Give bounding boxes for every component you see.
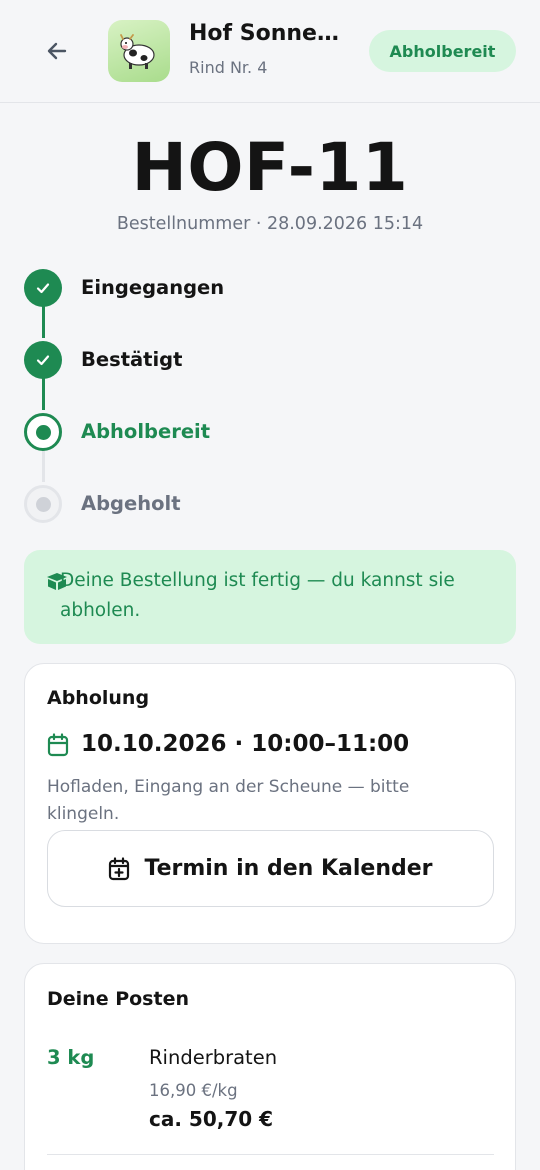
check-icon [36, 355, 50, 366]
item-total-price: ca. 50,70 € [149, 1107, 274, 1131]
farm-name: Hof Sonne… [189, 21, 339, 46]
animal-subtitle: Rind Nr. 4 [189, 58, 268, 77]
pending-dot [35, 496, 51, 512]
timeline-step-pending-marker [24, 485, 62, 523]
items-title: Deine Posten [47, 988, 189, 1010]
status-badge: Abholbereit [369, 30, 516, 72]
add-to-calendar-button[interactable]: Termin in den Kalender [47, 830, 494, 907]
timeline-step-label: Abgeholt [81, 492, 181, 515]
order-meta: Bestellnummer · 28.09.2026 15:14 [116, 214, 424, 234]
calendar-icon [47, 733, 69, 757]
item-unit-price: 16,90 €/kg [149, 1081, 238, 1100]
timeline-step-label: Abholbereit [81, 420, 211, 443]
timeline-step-label: Eingegangen [81, 276, 225, 299]
timeline-connector [42, 376, 45, 410]
cow-icon [120, 34, 155, 69]
pickup-location-note: Hofladen, Eingang an der Scheune — bitte… [47, 777, 410, 824]
pickup-title: Abholung [47, 687, 150, 709]
timeline-step-current-marker [24, 413, 62, 451]
item-quantity: 3 kg [47, 1046, 95, 1069]
back-button[interactable] [40, 34, 74, 68]
add-to-calendar-label: Termin in den Kalender [144, 856, 433, 881]
farm-avatar [108, 20, 170, 82]
divider [47, 1154, 494, 1155]
item-name: Rinderbraten [149, 1046, 278, 1069]
status-timeline: Eingegangen Bestätigt Abholbereit Abgeho… [0, 266, 540, 536]
timeline-connector [42, 304, 45, 338]
arrow-left-icon [47, 42, 67, 60]
timeline-step-done-marker [24, 269, 62, 307]
pickup-date-time: 10.10.2026 · 10:00–11:00 [81, 731, 410, 757]
top-bar: Hof Sonne… Rind Nr. 4 Abholbereit [0, 0, 540, 103]
pickup-card: Abholung 10.10.2026 · 10:00–11:00 Hoflad… [24, 663, 516, 944]
timeline-step-label: Bestätigt [81, 348, 183, 371]
timeline-step-done-marker [24, 341, 62, 379]
current-dot [35, 424, 51, 440]
items-card: Deine Posten 3 kg Rinderbraten 16,90 €/k… [24, 963, 516, 1170]
check-icon [36, 283, 50, 294]
timeline-connector [42, 448, 45, 482]
order-number: HOF-11 [131, 129, 409, 206]
ready-notice-text: Deine Bestellung ist fertig — du kannst … [60, 570, 455, 621]
calendar-plus-icon [109, 856, 130, 880]
